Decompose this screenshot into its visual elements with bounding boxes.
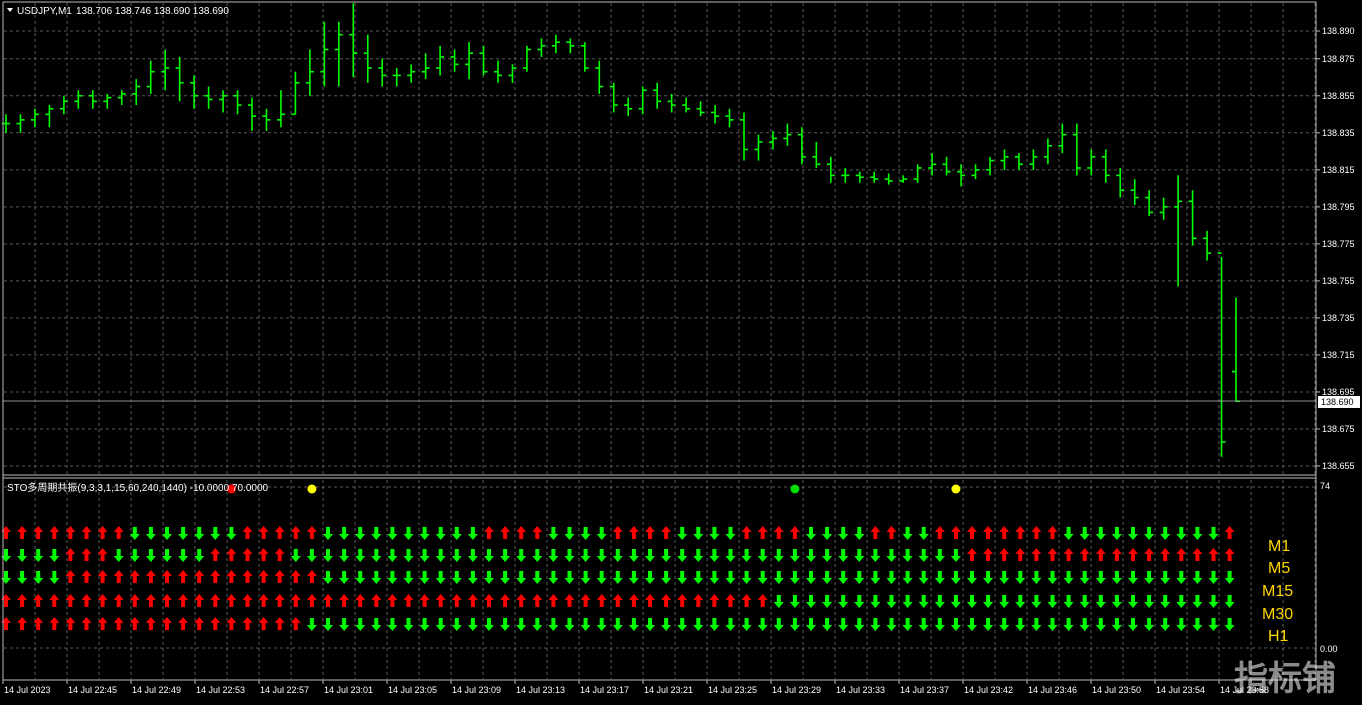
symbol-label[interactable]: USDJPY,M1 [17, 6, 72, 17]
time-tick-label: 14 Jul 23:50 [1092, 685, 1141, 695]
price-tick-label: 138.795 [1322, 202, 1355, 212]
timeframe-label-m1: M1 [1268, 538, 1290, 555]
price-tick-label: 138.875 [1322, 54, 1355, 64]
price-tick-label: 138.855 [1322, 91, 1355, 101]
timeframe-label-m15: M15 [1262, 583, 1293, 600]
indicator-axis-bottom: 0.00 [1320, 644, 1338, 654]
time-tick-label: 14 Jul 23:25 [708, 685, 757, 695]
time-tick-label: 14 Jul 23:01 [324, 685, 373, 695]
time-tick-label: 14 Jul 2023 [4, 685, 51, 695]
time-tick-label: 14 Jul 23:21 [644, 685, 693, 695]
time-tick-label: 14 Jul 23:54 [1156, 685, 1205, 695]
time-tick-label: 14 Jul 23:42 [964, 685, 1013, 695]
price-tick-label: 138.675 [1322, 424, 1355, 434]
time-tick-label: 14 Jul 23:46 [1028, 685, 1077, 695]
time-tick-label: 14 Jul 22:57 [260, 685, 309, 695]
price-tick-label: 138.815 [1322, 165, 1355, 175]
price-tick-label: 138.775 [1322, 239, 1355, 249]
price-tick-label: 138.835 [1322, 128, 1355, 138]
time-tick-label: 14 Jul 22:45 [68, 685, 117, 695]
timeframe-label-m5: M5 [1268, 560, 1290, 577]
mt4-chart-window[interactable]: 138.890 138.875 138.855 138.835 138.815 138.7… [0, 0, 1362, 701]
time-tick-label: 14 Jul 23:37 [900, 685, 949, 695]
current-price-value: 138.690 [1321, 397, 1354, 407]
time-tick-label: 14 Jul 23:05 [388, 685, 437, 695]
signal-dot [307, 484, 317, 494]
signal-dot [951, 484, 961, 494]
watermark-logo: 指标铺 [1234, 659, 1336, 699]
timeframe-label-h1: H1 [1268, 628, 1289, 645]
time-tick-label: 14 Jul 23:33 [836, 685, 885, 695]
time-tick-label: 14 Jul 22:49 [132, 685, 181, 695]
price-tick-label: 138.755 [1322, 276, 1355, 286]
price-tick-label: 138.890 [1322, 26, 1355, 36]
indicator-axis-top: 74 [1320, 481, 1330, 491]
time-tick-label: 14 Jul 23:13 [516, 685, 565, 695]
price-tick-label: 138.655 [1322, 461, 1355, 471]
time-tick-label: 14 Jul 22:53 [196, 685, 245, 695]
time-tick-label: 14 Jul 23:09 [452, 685, 501, 695]
price-tick-label: 138.735 [1322, 313, 1355, 323]
price-tick-label: 138.715 [1322, 350, 1355, 360]
time-tick-label: 14 Jul 23:29 [772, 685, 821, 695]
indicator-title: STO多周期共振(9,3,3,1,15,60,240,1440) -10.000… [7, 481, 269, 494]
signal-dot [790, 484, 800, 494]
timeframe-label-m30: M30 [1262, 606, 1293, 623]
price-tick-label: 138.695 [1322, 387, 1355, 397]
time-tick-label: 14 Jul 23:17 [580, 685, 629, 695]
ohlc-label: 138.706 138.746 138.690 138.690 [76, 6, 229, 17]
